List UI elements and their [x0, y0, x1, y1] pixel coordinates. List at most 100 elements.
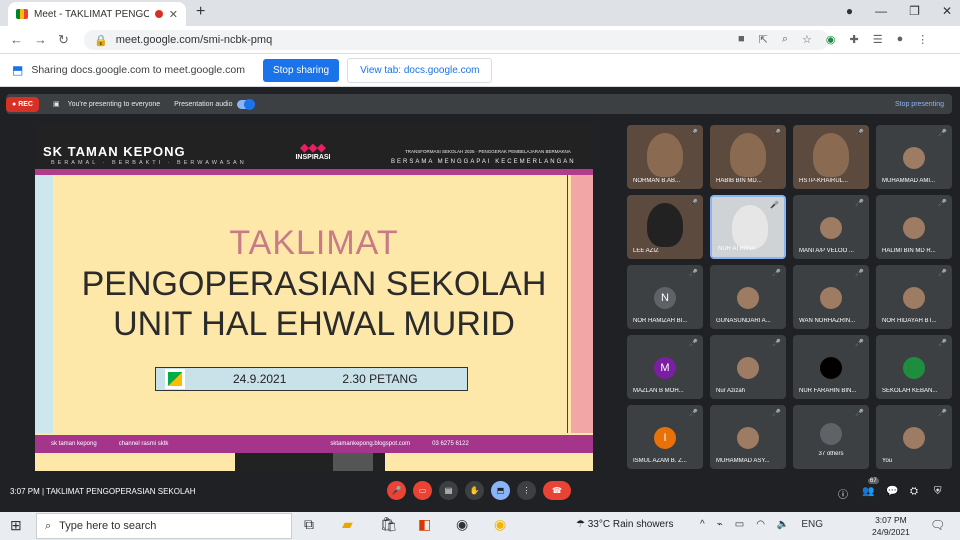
file-explorer-icon[interactable]: ▰ [342, 516, 353, 533]
participant-tile[interactable]: N 🎤 NOR HAMIZAH BI... [627, 265, 703, 329]
host-controls-icon[interactable]: ⛨ [934, 486, 942, 497]
browser-tab[interactable]: Meet - TAKLIMAT PENGOPEI ✕ [8, 2, 186, 26]
chrome-icon[interactable]: ◉ [456, 516, 468, 533]
stop-sharing-button[interactable]: Stop sharing [262, 58, 340, 82]
participant-tile[interactable]: 🎤 NUR FARAHIN BIN... [793, 335, 869, 399]
zoom-icon[interactable]: ⌕ [782, 33, 788, 46]
usb-icon[interactable]: ⌁ [717, 519, 723, 530]
mic-muted-icon: 🎤 [772, 340, 781, 347]
bookmark-star-icon[interactable]: ☆ [802, 33, 812, 46]
mic-muted-icon: 🎤 [689, 200, 698, 207]
participant-tile[interactable]: 🎤 HSTP-KHAIRUL... [793, 125, 869, 189]
extensions-puzzle-icon[interactable]: ✚ [850, 33, 859, 46]
clock-time: 3:07 PM [875, 515, 907, 525]
captions-button[interactable]: ▤ [439, 481, 458, 500]
sharing-text: Sharing docs.google.com to meet.google.c… [31, 64, 245, 76]
meet-favicon-icon [16, 9, 28, 19]
camera-tray-icon[interactable]: ▭ [735, 519, 744, 530]
task-view-icon[interactable]: ⧉ [304, 516, 314, 533]
participant-tile[interactable]: 🎤 GUNASUNDARI A... [710, 265, 786, 329]
slide-tagline: BERAMAL · BERBAKTI · BERWAWASAN [51, 160, 247, 166]
participant-tile[interactable]: 🎤 You [876, 405, 952, 469]
stop-presenting-button[interactable]: Stop presenting [895, 101, 944, 108]
participant-count-badge: 67 [868, 478, 879, 484]
footer-phone: 03 6275 6122 [432, 441, 469, 447]
wifi-icon[interactable]: ◠ [756, 519, 765, 530]
leave-call-button[interactable]: ☎ [543, 481, 571, 500]
slide-title-line2: PENGOPERASIAN SEKOLAH [81, 265, 547, 303]
restore-button[interactable]: ❐ [909, 4, 920, 18]
close-window-button[interactable]: ✕ [942, 4, 952, 18]
minimize-button[interactable]: — [875, 4, 887, 18]
raise-hand-button[interactable]: ✋ [465, 481, 484, 500]
language-indicator[interactable]: ENG [801, 519, 823, 530]
notification-icon[interactable]: 🗨 [930, 518, 945, 532]
participant-tile[interactable]: 🎤 NOR HIDAYAH BT... [876, 265, 952, 329]
participant-tile[interactable]: M 🎤 MAZLAN B MOH... [627, 335, 703, 399]
participant-avatar: I [654, 427, 676, 449]
view-tab-button[interactable]: View tab: docs.google.com [347, 57, 493, 83]
reading-list-icon[interactable]: ☰ [873, 33, 883, 46]
participant-tile[interactable]: 🎤 MANI A/P VELOO ... [793, 195, 869, 259]
participant-tile[interactable]: 🎤 SEKOLAH KEBAN... [876, 335, 952, 399]
address-bar[interactable]: 🔒 meet.google.com/smi-ncbk-pmq [84, 30, 829, 50]
participant-name: HSTP-KHAIRUL... [799, 178, 849, 184]
presentation-slide: SK TAMAN KEPONG BERAMAL · BERBAKTI · BER… [35, 123, 593, 471]
slide-footer: sk taman kepong channel rasmi sktk sktam… [35, 435, 593, 453]
people-icon[interactable]: 👥 [862, 486, 874, 497]
back-icon[interactable]: ← [10, 32, 23, 47]
participant-tile[interactable]: 🎤 WAN NORHAZRIN... [793, 265, 869, 329]
participant-avatar [737, 287, 759, 309]
chrome-canary-icon[interactable]: ◉ [494, 516, 506, 533]
new-tab-button[interactable]: + [196, 3, 205, 21]
mic-off-button[interactable]: 🎤 [387, 481, 406, 500]
presentation-audio-label: Presentation audio [174, 100, 233, 108]
participant-tile[interactable]: 🎤 MUHAMMAD AMI... [876, 125, 952, 189]
volume-icon[interactable]: 🔈 [777, 519, 789, 530]
participant-tile[interactable]: 🎤 NORMAN B.AB... [627, 125, 703, 189]
slide-title-taklimat: TAKLIMAT [229, 224, 399, 262]
participant-tile[interactable]: 🎤 HABIB BIN MD... [710, 125, 786, 189]
camera-off-button[interactable]: ▭ [413, 481, 432, 500]
weather-text: 33°C Rain showers [587, 519, 674, 530]
participant-tile[interactable]: 🎤 NUR ATIRINA [710, 195, 786, 259]
participant-tile[interactable]: 🎤 37 others [793, 405, 869, 469]
search-placeholder: Type here to search [59, 520, 157, 532]
tab-close-icon[interactable]: ✕ [169, 8, 178, 21]
weather-widget[interactable]: ☂ 33°C Rain showers [576, 519, 673, 530]
participant-tile[interactable]: 🎤 HALIMI BIN MD R... [876, 195, 952, 259]
mic-muted-icon: 🎤 [855, 200, 864, 207]
participant-tile[interactable]: 🎤 Nur Azizah [710, 335, 786, 399]
participant-tile[interactable]: I 🎤 ISMUL AZAM B. Z... [627, 405, 703, 469]
url-text: meet.google.com/smi-ncbk-pmq [115, 34, 273, 46]
office-icon[interactable]: ◧ [418, 516, 431, 533]
rec-badge: ● REC [6, 96, 39, 112]
taskbar-search[interactable]: ⌕ Type here to search [36, 513, 292, 539]
windows-start-icon[interactable]: ⊞ [10, 517, 22, 534]
present-now-button[interactable]: ⬒ [491, 481, 510, 500]
participant-tile[interactable]: 🎤 MUHAMMAD ASY... [710, 405, 786, 469]
forward-icon[interactable]: → [34, 32, 47, 47]
meeting-details-icon[interactable]: ⓘ [838, 486, 848, 501]
extension-shield-icon[interactable]: ◉ [826, 33, 836, 46]
participant-name: LEE AZIZ [633, 248, 659, 254]
participant-tile[interactable]: 🎤 LEE AZIZ [627, 195, 703, 259]
store-icon[interactable]: 🛍 [380, 516, 398, 533]
mic-muted-icon: 🎤 [689, 410, 698, 417]
profile-avatar[interactable]: ● [897, 33, 904, 46]
presentation-audio-toggle[interactable] [236, 98, 255, 110]
menu-kebab-icon[interactable]: ⋮ [917, 33, 928, 46]
reload-icon[interactable]: ↻ [58, 32, 69, 48]
activities-icon[interactable]: ⛭ [910, 486, 918, 497]
recording-indicator-icon [154, 10, 163, 18]
more-options-button[interactable]: ⋮ [517, 481, 536, 500]
chat-icon[interactable]: 💬 [886, 486, 898, 497]
taskbar-clock[interactable]: 3:07 PM 24/9/2021 [872, 514, 910, 538]
camera-icon[interactable]: ■ [738, 33, 745, 46]
slide-date-box: 24.9.2021 2.30 PETANG [155, 367, 468, 391]
mic-muted-icon: 🎤 [772, 130, 781, 137]
participant-video [732, 205, 768, 249]
open-external-icon[interactable]: ⇱ [759, 33, 768, 46]
profile-dropdown-icon[interactable]: ● [846, 4, 853, 18]
tray-chevron-icon[interactable]: ^ [700, 519, 705, 530]
